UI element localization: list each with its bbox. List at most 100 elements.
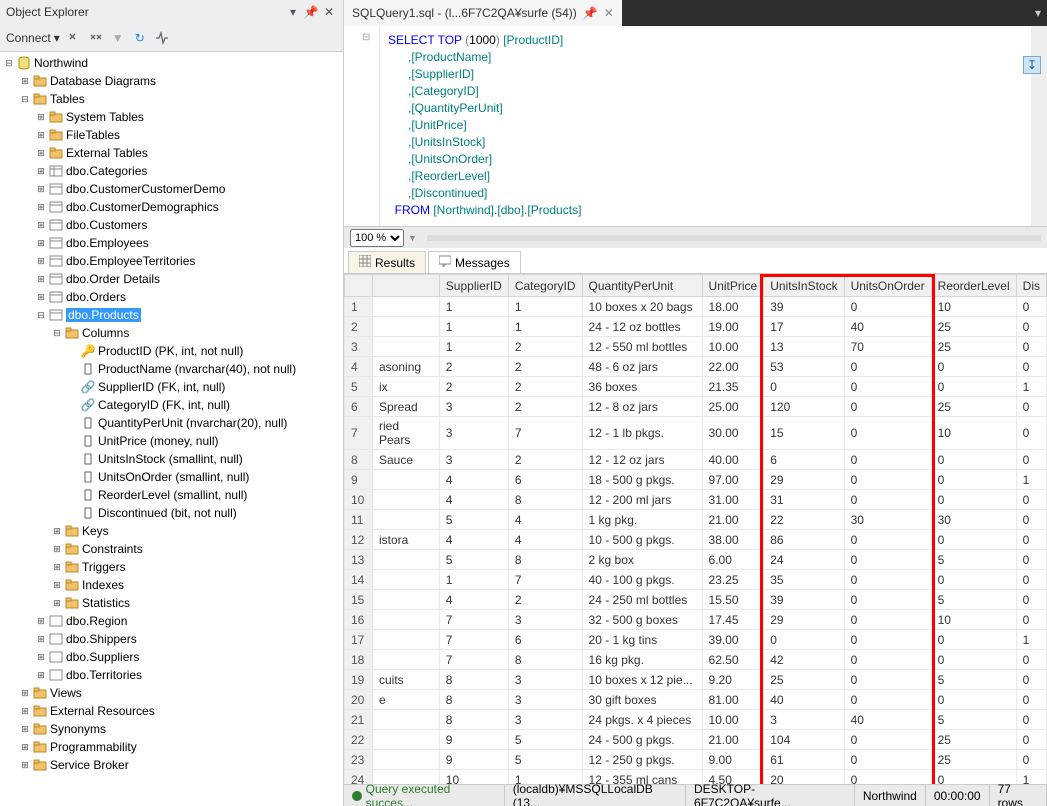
grid-cell[interactable]: 0 (1016, 297, 1046, 317)
expander-icon[interactable]: ⊞ (18, 706, 32, 717)
grid-cell[interactable]: 1 (439, 570, 508, 590)
grid-cell[interactable]: 35 (764, 570, 844, 590)
table-row[interactable]: 141740 - 100 g pkgs.23.2535000 (345, 570, 1047, 590)
grid-cell[interactable]: 0 (764, 377, 844, 397)
disconnect-icon[interactable] (66, 30, 82, 46)
expander-icon[interactable]: ⊞ (34, 202, 48, 213)
grid-cell[interactable]: 20 (764, 770, 844, 785)
grid-cell[interactable]: 0 (844, 610, 931, 630)
table-row[interactable]: 239512 - 250 g pkgs.9.00610250 (345, 750, 1047, 770)
expander-icon[interactable]: ⊞ (34, 634, 48, 645)
zoom-select[interactable]: 100 % (350, 229, 404, 247)
tree-item[interactable]: External Tables (66, 146, 148, 160)
grid-cell[interactable]: 8 (508, 490, 582, 510)
dropdown-icon[interactable]: ▾ (285, 4, 301, 20)
grid-cell[interactable]: 3 (439, 450, 508, 470)
grid-cell[interactable]: 9.20 (702, 670, 764, 690)
code-editor[interactable]: ⊟ SELECT TOP (1000) [ProductID] ,[Produc… (344, 26, 1047, 226)
column-header[interactable]: UnitPrice (702, 275, 764, 297)
grid-cell[interactable]: 30.00 (702, 417, 764, 450)
grid-cell[interactable]: 1 kg pkg. (582, 510, 702, 530)
grid-cell[interactable]: 17 (764, 317, 844, 337)
table-row[interactable]: 31212 - 550 ml bottles10.001370250 (345, 337, 1047, 357)
grid-cell[interactable]: 0 (1016, 317, 1046, 337)
grid-cell[interactable] (373, 650, 440, 670)
grid-cell[interactable] (373, 490, 440, 510)
grid-cell[interactable]: 22.00 (702, 357, 764, 377)
grid-cell[interactable]: 0 (1016, 530, 1046, 550)
grid-cell[interactable]: 12 - 12 oz jars (582, 450, 702, 470)
table-row[interactable]: 187816 kg pkg.62.5042000 (345, 650, 1047, 670)
grid-cell[interactable]: 12 - 8 oz jars (582, 397, 702, 417)
tree-item[interactable]: Triggers (82, 560, 126, 574)
grid-cell[interactable]: 5 (931, 590, 1016, 610)
grid-cell[interactable]: 0 (844, 650, 931, 670)
pin-icon[interactable]: 📌 (583, 6, 598, 20)
grid-cell[interactable]: 10 (931, 610, 1016, 630)
grid-cell[interactable]: 61 (764, 750, 844, 770)
column-item[interactable]: ReorderLevel (smallint, null) (98, 488, 247, 502)
grid-cell[interactable]: 1 (508, 770, 582, 785)
grid-cell[interactable] (373, 630, 440, 650)
expander-icon[interactable]: ⊞ (34, 130, 48, 141)
grid-cell[interactable]: 0 (764, 630, 844, 650)
grid-cell[interactable]: 16 kg pkg. (582, 650, 702, 670)
grid-cell[interactable]: 42 (764, 650, 844, 670)
grid-cell[interactable]: 0 (1016, 750, 1046, 770)
grid-cell[interactable]: 25 (764, 670, 844, 690)
expander-icon[interactable]: ⊞ (18, 760, 32, 771)
expander-icon[interactable]: ⊞ (34, 238, 48, 249)
table-row[interactable]: 229524 - 500 g pkgs.21.001040250 (345, 730, 1047, 750)
table-row[interactable]: 11541 kg pkg.21.002230300 (345, 510, 1047, 530)
grid-cell[interactable]: 6 (508, 630, 582, 650)
tree-item[interactable]: dbo.Suppliers (66, 650, 139, 664)
grid-cell[interactable]: 4 (439, 530, 508, 550)
grid-cell[interactable]: 5 (931, 710, 1016, 730)
grid-cell[interactable]: 0 (844, 750, 931, 770)
grid-cell[interactable]: 20 - 1 kg tins (582, 630, 702, 650)
grid-cell[interactable]: 10 (931, 297, 1016, 317)
grid-cell[interactable]: 0 (844, 670, 931, 690)
results-grid-wrapper[interactable]: SupplierIDCategoryIDQuantityPerUnitUnitP… (344, 274, 1047, 784)
grid-cell[interactable]: 12 - 355 ml cans (582, 770, 702, 785)
filter-icon[interactable]: ▼ (110, 30, 126, 46)
grid-cell[interactable] (373, 610, 440, 630)
grid-cell[interactable]: 3 (508, 670, 582, 690)
expander-icon[interactable]: ⊞ (18, 742, 32, 753)
grid-cell[interactable]: 8 (439, 710, 508, 730)
grid-cell[interactable]: 10 - 500 g pkgs. (582, 530, 702, 550)
grid-cell[interactable]: 0 (931, 570, 1016, 590)
tree-item[interactable]: dbo.Orders (66, 290, 126, 304)
grid-cell[interactable]: 40 (764, 690, 844, 710)
grid-cell[interactable]: 4 (508, 510, 582, 530)
expander-icon[interactable]: ⊞ (34, 616, 48, 627)
grid-cell[interactable]: 0 (1016, 650, 1046, 670)
tree-item[interactable]: Indexes (82, 578, 124, 592)
grid-cell[interactable]: 0 (844, 730, 931, 750)
tree-item[interactable]: Views (50, 686, 82, 700)
grid-cell[interactable]: 25 (931, 397, 1016, 417)
grid-cell[interactable]: 30 (844, 510, 931, 530)
expander-icon[interactable]: ⊞ (50, 580, 64, 591)
grid-cell[interactable]: 0 (1016, 450, 1046, 470)
grid-cell[interactable]: 40 (844, 317, 931, 337)
tree-item[interactable]: dbo.Categories (66, 164, 147, 178)
expander-icon[interactable]: ⊞ (34, 670, 48, 681)
tree-item[interactable]: dbo.Territories (66, 668, 142, 682)
grid-cell[interactable]: 0 (1016, 550, 1046, 570)
grid-cell[interactable]: 3 (508, 710, 582, 730)
grid-cell[interactable]: 0 (1016, 610, 1046, 630)
grid-cell[interactable] (373, 317, 440, 337)
tree-item[interactable]: Database Diagrams (50, 74, 156, 88)
grid-cell[interactable]: 12 - 550 ml bottles (582, 337, 702, 357)
close-icon[interactable]: ✕ (604, 6, 614, 20)
expander-icon[interactable]: ⊞ (18, 724, 32, 735)
grid-cell[interactable]: 0 (1016, 417, 1046, 450)
grid-cell[interactable]: 39 (764, 590, 844, 610)
grid-cell[interactable]: 40 (844, 710, 931, 730)
grid-cell[interactable]: 0 (931, 770, 1016, 785)
table-row[interactable]: 2410112 - 355 ml cans4.5020001 (345, 770, 1047, 785)
grid-cell[interactable]: 2 (508, 337, 582, 357)
tab-messages[interactable]: Messages (428, 251, 521, 273)
grid-cell[interactable]: 0 (844, 590, 931, 610)
